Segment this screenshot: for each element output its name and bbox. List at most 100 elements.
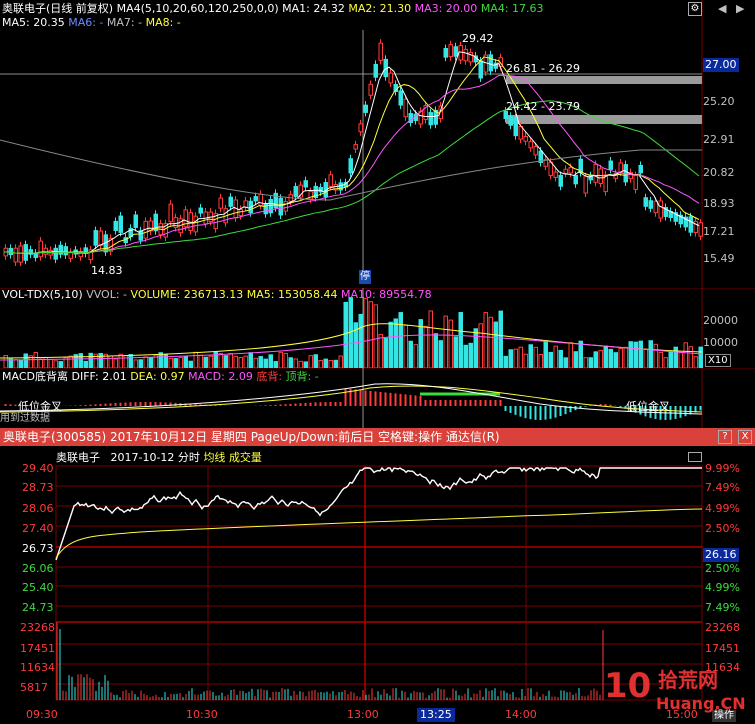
volume-bar [478,323,483,368]
kline-axis-label: 25.20 [703,95,735,108]
volume-bar [433,333,438,368]
candle-body [133,214,138,228]
volume-bar [548,351,553,368]
candle-body [508,115,513,126]
time-axis-label: 10:30 [186,708,218,721]
nav-left-icon[interactable]: ◀ [718,2,726,16]
volume-bar [533,346,538,368]
volume-bar [328,359,333,368]
settings-icon[interactable]: ⚙ [688,2,702,16]
candle-body [443,47,448,58]
volume-bar [293,358,298,368]
average-price-line [55,508,703,559]
volume-bar [428,310,433,368]
volume-panel[interactable]: VOL-TDX(5,10) VVOL: - VOLUME: 236713.13 … [0,288,755,368]
kline-axis-label: 15.49 [703,252,735,265]
volume-bar [403,324,408,368]
candle-body [243,200,248,208]
macd-panel[interactable]: MACD底背离 DIFF: 2.01 DEA: 0.97 MACD: 2.09 … [0,368,755,428]
watermark-number: 10 [604,666,652,706]
macd-value: MACD: 2.09 [188,370,253,383]
volume-bar [373,304,378,368]
candle-body [118,215,123,233]
candle-body [633,175,638,190]
candle-body [608,160,613,170]
candle-body [358,123,363,133]
help-button[interactable]: ? [718,430,732,444]
volume-bar [583,357,588,368]
volume-value: VOLUME: 236713.13 [130,288,244,301]
time-cursor-tag: 13:25 [417,708,455,722]
intraday-popup-titlebar[interactable]: 奥联电子(300585) 2017年10月12日 星期四 PageUp/Down… [0,428,755,446]
volume-bar [248,352,253,368]
volume-bar [363,298,368,368]
intraday-price-axis-label: 26.06 [22,562,54,575]
kline-panel[interactable]: 奥联电子(日线 前复权) MA4(5,10,20,60,120,250,0,0)… [0,0,755,288]
volume-bar [628,341,633,368]
intraday-percent-axis-label: 7.49% [705,601,740,614]
volume-bar [498,310,503,368]
intraday-price-axis-label: 28.73 [22,481,54,494]
volume-bar [528,344,533,368]
volume-bar [683,342,688,368]
candle-body [113,220,118,231]
volume-bar [678,351,683,368]
intraday-panel[interactable]: 奥联电子 2017-10-12 分时 均线 成交量 29.40 28.73 28.0… [0,446,755,724]
intraday-percent-axis-label: 9.99% [705,462,740,475]
ma8-value: MA8: - [145,16,181,29]
volume-bar [578,340,583,368]
volume-bar [663,357,668,368]
kline-axis-label: 17.21 [703,225,735,238]
volume-bar [368,301,373,368]
volume-bar [18,359,23,368]
candle-body [193,215,198,233]
volume-bar [278,351,283,368]
volume-bar [13,359,18,368]
candle-body [563,168,568,174]
volume-bar [233,355,238,368]
intraday-date: 2017-10-12 分时 [110,451,200,464]
candle-body [638,164,643,174]
ma4-value: MA4: 17.63 [480,2,544,15]
candle-body [573,175,578,185]
volume-bar [168,357,173,368]
volume-bar [68,355,73,368]
watermark-url: Huang.CN [656,694,746,713]
vvol-value: VVOL: - [86,288,128,301]
macd-top-divergence-value: - [314,370,319,383]
intraday-percent-axis-label: 4.99% [705,581,740,594]
volume-bar [538,354,543,368]
candle-body [43,247,48,255]
expand-icon[interactable] [688,452,702,462]
volume-bar [308,355,313,368]
volume-bar [383,337,388,368]
volume-bar [288,357,293,368]
candle-body [648,200,653,209]
time-axis-label: 14:00 [505,708,537,721]
candle-body [228,196,233,207]
candle-body [338,182,343,191]
volume-bar [258,356,263,368]
candle-body [238,208,243,217]
volume-bar [118,353,123,368]
candle-body [53,247,58,260]
volume-bar [128,354,133,368]
resistance-zone-2: 24.42 - 23.79 [506,100,580,113]
volume-bar [3,355,8,368]
candle-body [548,161,553,176]
volume-bar [268,354,273,368]
candle-body [403,98,408,118]
volume-bar [693,356,698,368]
intraday-price-axis-label: 25.40 [22,581,54,594]
volume-bar [48,358,53,368]
volume-bar [563,357,568,368]
candle-body [518,126,523,140]
volume-bar [413,344,418,368]
candle-body [63,246,68,256]
intraday-price-axis-label: 27.40 [22,522,54,535]
intraday-volume-axis-label: 5817 [20,681,48,694]
volume-bar [183,355,188,368]
nav-right-icon[interactable]: ▶ [736,2,744,16]
close-button[interactable]: X [738,430,752,444]
volume-bar [668,351,673,368]
